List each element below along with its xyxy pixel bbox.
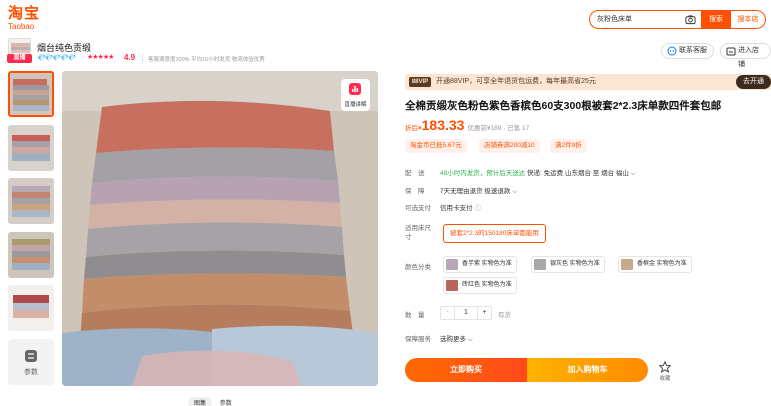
search-store-button[interactable]: 搜本店 bbox=[731, 10, 766, 29]
guarantee-value[interactable]: 7天无理由退货 极速退款 ⌵ bbox=[440, 185, 517, 196]
vip-tag: 88VIP bbox=[409, 77, 431, 87]
params-button[interactable]: 参数 bbox=[8, 339, 54, 385]
pay-text: 信用卡支付 bbox=[440, 205, 473, 212]
gallery-tabs: 图集 参数 bbox=[188, 397, 238, 406]
delivery-fast: 48小时内发货，预计后天送达 bbox=[440, 170, 526, 177]
delivery-rest: 快递: 免运费 山东烟台 至 烟台 福山 bbox=[527, 170, 629, 177]
color-option-label: 香槟金 实物色为准 bbox=[637, 261, 687, 267]
color-label: 颜色分类 bbox=[405, 264, 431, 271]
logo-cn: 淘宝 bbox=[8, 5, 41, 22]
contact-service-label: 联系客服 bbox=[679, 47, 707, 54]
qty-plus-button[interactable]: + bbox=[477, 307, 491, 319]
price-original: 优惠前¥189 · 已售 17 bbox=[467, 125, 530, 132]
divider bbox=[142, 54, 143, 62]
qty-label: 数 量 bbox=[405, 312, 425, 319]
stock-status: 有货 bbox=[498, 312, 511, 319]
chevron-down-icon: ⌵ bbox=[630, 170, 636, 177]
main-product-image[interactable]: 直播讲解 bbox=[62, 71, 378, 386]
headset-icon bbox=[667, 46, 677, 56]
thumbnail-image bbox=[10, 73, 52, 115]
thumbnail-2[interactable] bbox=[8, 125, 54, 171]
enter-shop-label: 进入店铺 bbox=[738, 47, 759, 68]
search-bar: 灰粉色床单 搜索 搜本店 bbox=[589, 10, 766, 29]
folded-sheets-photo bbox=[62, 71, 378, 386]
camera-icon[interactable] bbox=[685, 14, 696, 25]
contact-service-button[interactable]: 联系客服 bbox=[661, 43, 714, 59]
thumbnail-image bbox=[8, 125, 54, 171]
service-value[interactable]: 选购更多 ⌵ bbox=[440, 333, 473, 344]
price-prefix: 折后¥ bbox=[405, 125, 422, 132]
guarantee-label: 保 障 bbox=[405, 188, 425, 195]
taobao-logo[interactable]: 淘宝 Taobao bbox=[8, 5, 41, 32]
buy-now-button[interactable]: 立即购买 bbox=[405, 358, 527, 382]
shop-icon bbox=[726, 47, 736, 56]
thumbnail-image bbox=[8, 285, 54, 331]
add-to-cart-button[interactable]: 加入购物车 bbox=[527, 358, 648, 382]
favorite-label: 收藏 bbox=[659, 376, 671, 382]
shop-rank-diamonds: 💎💎💎💎💎 bbox=[37, 55, 77, 62]
vip-text: 开通88VIP，可享全年退货包运费，每年最高省25元 bbox=[436, 78, 596, 85]
live-explain-label: 直播讲解 bbox=[344, 102, 367, 108]
live-explain-badge[interactable]: 直播讲解 bbox=[341, 79, 370, 111]
enter-shop-button[interactable]: 进入店铺 bbox=[720, 43, 771, 68]
thumbnail-image bbox=[8, 178, 54, 224]
vip-open-button[interactable]: 去开通 bbox=[736, 75, 771, 89]
price-value: 183.33 bbox=[421, 117, 465, 133]
pay-label: 可选支付 bbox=[405, 205, 431, 212]
logo-en: Taobao bbox=[8, 22, 35, 31]
color-option-label: 香芋紫 实物色为准 bbox=[462, 261, 512, 267]
delivery-label: 配 送 bbox=[405, 170, 425, 177]
chevron-down-icon: ⌵ bbox=[512, 188, 518, 195]
promo-coin[interactable]: 淘金币已抵5.67元 bbox=[405, 139, 467, 153]
chevron-down-icon: ⌵ bbox=[467, 336, 473, 343]
color-swatch bbox=[534, 259, 546, 270]
shop-score: 4.9 bbox=[124, 53, 136, 62]
service-label: 保障服务 bbox=[405, 336, 431, 343]
quantity-stepper: - 1 + bbox=[440, 306, 492, 320]
vip-banner: 88VIP 开通88VIP，可享全年退货包运费，每年最高省25元 去开通 bbox=[405, 74, 771, 90]
size-label: 适用床尺寸 bbox=[405, 225, 431, 241]
service-text: 选购更多 bbox=[440, 336, 466, 343]
delivery-value[interactable]: 48小时内发货，预计后天送达 快递: 免运费 山东烟台 至 烟台 福山 ⌵ bbox=[440, 167, 636, 178]
info-icon[interactable]: ⓘ bbox=[474, 205, 481, 212]
color-option-label: 砖红色 实物色为准 bbox=[462, 282, 512, 288]
color-swatch bbox=[621, 259, 633, 270]
thumbnail-4[interactable] bbox=[8, 232, 54, 278]
pay-value[interactable]: 信用卡支付 ⓘ bbox=[440, 202, 481, 212]
favorite-button[interactable]: 收藏 bbox=[654, 359, 676, 383]
color-option-label: 银灰色 实物色为准 bbox=[550, 261, 600, 267]
thumbnail-image bbox=[8, 232, 54, 278]
live-icon bbox=[349, 83, 361, 95]
search-button[interactable]: 搜索 bbox=[701, 10, 731, 29]
tab-params[interactable]: 参数 bbox=[214, 397, 238, 406]
product-title: 全棉贡缎灰色粉色紫色香槟色60支300根被套2*2.3床单款四件套包邮 bbox=[405, 100, 722, 112]
shop-meta: 客服满意度100% 平均15小时发货 物流体验优秀 bbox=[148, 57, 265, 63]
star-icon bbox=[659, 361, 671, 373]
size-option[interactable]: 被套2*2.3的150180床单都能用 bbox=[443, 224, 546, 243]
params-label: 参数 bbox=[24, 369, 38, 376]
live-tag[interactable]: 直播 bbox=[7, 54, 32, 63]
color-option-brick[interactable]: 砖红色 实物色为准 bbox=[443, 277, 517, 294]
thumbnail-1[interactable] bbox=[8, 71, 54, 117]
qty-input[interactable]: 1 bbox=[455, 307, 477, 319]
qty-minus-button[interactable]: - bbox=[441, 307, 455, 319]
color-option-champagne[interactable]: 香槟金 实物色为准 bbox=[618, 256, 692, 273]
promo-discount[interactable]: 满2件9折 bbox=[550, 139, 587, 153]
tab-gallery[interactable]: 图集 bbox=[188, 397, 213, 406]
thumbnail-5[interactable] bbox=[8, 285, 54, 331]
shop-rating-stars: ★★★★★ bbox=[87, 54, 114, 61]
color-option-purple[interactable]: 香芋紫 实物色为准 bbox=[443, 256, 517, 273]
params-icon bbox=[25, 350, 37, 362]
color-swatch bbox=[446, 259, 458, 270]
guarantee-text: 7天无理由退货 极速退款 bbox=[440, 188, 511, 195]
shop-name[interactable]: 烟台纯色贡缎 bbox=[37, 41, 91, 54]
color-swatch bbox=[446, 280, 458, 291]
promo-coupon[interactable]: 店铺券满200减10 bbox=[479, 139, 540, 153]
price-row: 折后¥183.33 优惠前¥189 · 已售 17 bbox=[405, 117, 529, 133]
color-option-silver[interactable]: 银灰色 实物色为准 bbox=[531, 256, 605, 273]
thumbnail-3[interactable] bbox=[8, 178, 54, 224]
